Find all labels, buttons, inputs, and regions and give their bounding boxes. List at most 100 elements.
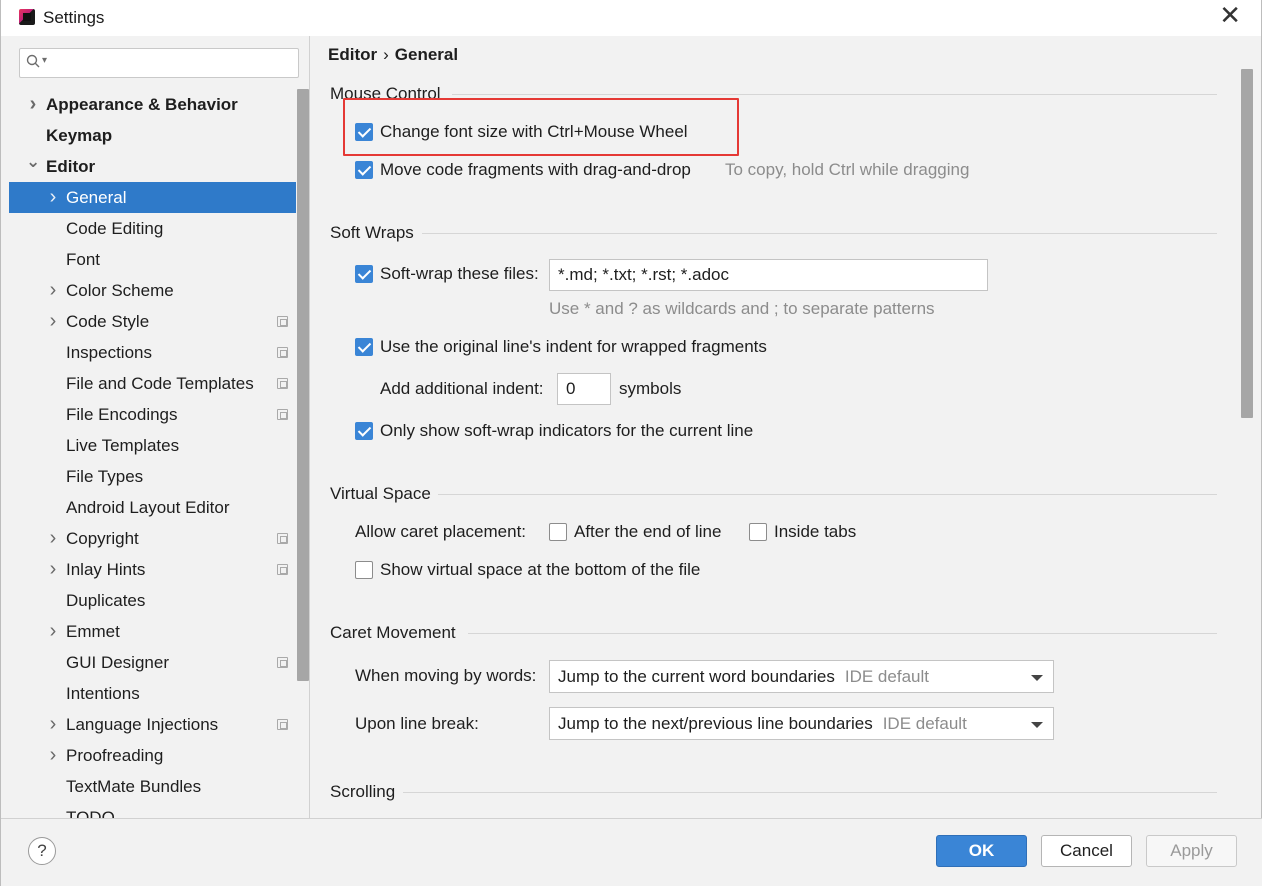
indicators-current-line-checkbox[interactable] bbox=[355, 422, 373, 440]
sidebar-item-textmate-bundles[interactable]: TextMate Bundles bbox=[9, 771, 296, 802]
original-indent-label[interactable]: Use the original line's indent for wrapp… bbox=[380, 337, 767, 357]
sidebar-item-label: TODO bbox=[66, 808, 115, 818]
content-scrollbar-thumb[interactable] bbox=[1241, 69, 1253, 418]
line-break-dropdown[interactable]: Jump to the next/previous line boundarie… bbox=[549, 707, 1054, 740]
sidebar-item-duplicates[interactable]: Duplicates bbox=[9, 585, 296, 616]
soft-wrap-files-checkbox[interactable] bbox=[355, 265, 373, 283]
project-scope-icon bbox=[277, 533, 288, 544]
sidebar-item-android-layout-editor[interactable]: Android Layout Editor bbox=[9, 492, 296, 523]
sidebar-item-code-style[interactable]: › Code Style bbox=[9, 306, 296, 337]
help-button[interactable]: ? bbox=[28, 837, 56, 865]
chevron-right-icon[interactable]: › bbox=[46, 709, 60, 740]
project-scope-icon bbox=[277, 657, 288, 668]
soft-wrap-files-hint: Use * and ? as wildcards and ; to separa… bbox=[549, 299, 935, 318]
chevron-down-icon bbox=[1031, 675, 1043, 681]
sidebar-item-editor[interactable]: ⌄ Editor bbox=[9, 151, 296, 182]
settings-content: Editor › General Mouse Control Change font… bbox=[310, 36, 1255, 818]
sidebar-item-label: Inlay Hints bbox=[66, 560, 146, 579]
after-end-of-line-checkbox[interactable] bbox=[549, 523, 567, 541]
chevron-right-icon[interactable]: › bbox=[46, 523, 60, 554]
original-indent-checkbox[interactable] bbox=[355, 338, 373, 356]
sidebar-item-label: File Types bbox=[66, 467, 144, 486]
indicators-current-line-label[interactable]: Only show soft-wrap indicators for the c… bbox=[380, 421, 753, 441]
by-words-dropdown[interactable]: Jump to the current word boundaries IDE d… bbox=[549, 660, 1054, 693]
sidebar-item-file-and-code-templates[interactable]: File and Code Templates bbox=[9, 368, 296, 399]
chevron-right-icon[interactable]: › bbox=[46, 740, 60, 771]
section-mouse-control: Mouse Control bbox=[330, 84, 441, 103]
chevron-right-icon[interactable]: › bbox=[46, 275, 60, 306]
ok-button[interactable]: OK bbox=[936, 835, 1027, 867]
cancel-button[interactable]: Cancel bbox=[1041, 835, 1132, 867]
after-end-of-line-label[interactable]: After the end of line bbox=[574, 522, 721, 542]
inside-tabs-label[interactable]: Inside tabs bbox=[774, 522, 856, 542]
additional-indent-label: Add additional indent: bbox=[380, 379, 544, 398]
sidebar-item-intentions[interactable]: Intentions bbox=[9, 678, 296, 709]
chevron-right-icon[interactable]: › bbox=[46, 616, 60, 647]
sidebar-item-color-scheme[interactable]: › Color Scheme bbox=[9, 275, 296, 306]
apply-button[interactable]: Apply bbox=[1146, 835, 1237, 867]
sidebar-item-file-encodings[interactable]: File Encodings bbox=[9, 399, 296, 430]
sidebar-item-general[interactable]: › General bbox=[9, 182, 296, 213]
additional-indent-unit: symbols bbox=[619, 379, 682, 398]
project-scope-icon bbox=[277, 347, 288, 358]
line-break-value: Jump to the next/previous line boundarie… bbox=[558, 714, 873, 733]
chevron-right-icon[interactable]: › bbox=[26, 89, 40, 120]
project-scope-icon bbox=[277, 409, 288, 420]
drag-drop-label[interactable]: Move code fragments with drag-and-drop bbox=[380, 160, 691, 180]
search-input[interactable]: ▾ bbox=[19, 48, 299, 78]
sidebar-item-label: Emmet bbox=[66, 622, 120, 641]
sidebar-item-keymap[interactable]: Keymap bbox=[9, 120, 296, 151]
sidebar-item-emmet[interactable]: › Emmet bbox=[9, 616, 296, 647]
sidebar-item-code-editing[interactable]: Code Editing bbox=[9, 213, 296, 244]
sidebar-item-label: Intentions bbox=[66, 684, 140, 703]
close-icon[interactable]: ✕ bbox=[1219, 2, 1241, 30]
section-scrolling: Scrolling bbox=[330, 782, 396, 801]
search-icon bbox=[26, 54, 40, 68]
sidebar-item-label: Inspections bbox=[66, 343, 152, 362]
sidebar-item-font[interactable]: Font bbox=[9, 244, 296, 275]
sidebar-scrollbar-thumb[interactable] bbox=[297, 89, 309, 681]
by-words-value: Jump to the current word boundaries bbox=[558, 667, 835, 686]
virtual-space-bottom-label[interactable]: Show virtual space at the bottom of the … bbox=[380, 560, 700, 580]
additional-indent-input[interactable]: 0 bbox=[557, 373, 611, 405]
drag-drop-checkbox[interactable] bbox=[355, 161, 373, 179]
project-scope-icon bbox=[277, 316, 288, 327]
chevron-right-icon[interactable]: › bbox=[46, 182, 60, 213]
soft-wrap-files-input[interactable]: *.md; *.txt; *.rst; *.adoc bbox=[549, 259, 988, 291]
sidebar-item-copyright[interactable]: › Copyright bbox=[9, 523, 296, 554]
sidebar-item-label: TextMate Bundles bbox=[66, 777, 202, 796]
sidebar-item-todo[interactable]: TODO bbox=[9, 802, 296, 818]
chevron-right-icon[interactable]: › bbox=[46, 306, 60, 337]
soft-wrap-files-label[interactable]: Soft-wrap these files: bbox=[380, 264, 539, 284]
section-virtual-space: Virtual Space bbox=[330, 484, 431, 503]
by-words-note: IDE default bbox=[844, 667, 929, 686]
sidebar-item-language-injections[interactable]: › Language Injections bbox=[9, 709, 296, 740]
font-size-wheel-label[interactable]: Change font size with Ctrl+Mouse Wheel bbox=[380, 122, 688, 142]
sidebar-scrollbar[interactable] bbox=[297, 89, 309, 818]
line-break-label: Upon line break: bbox=[355, 714, 479, 733]
sidebar-item-inspections[interactable]: Inspections bbox=[9, 337, 296, 368]
inside-tabs-checkbox[interactable] bbox=[749, 523, 767, 541]
virtual-space-bottom-checkbox[interactable] bbox=[355, 561, 373, 579]
section-divider bbox=[468, 633, 1217, 634]
settings-dialog: Settings ✕ ▾ › Appearance & Behavior Keyma… bbox=[0, 0, 1262, 886]
sidebar-item-proofreading[interactable]: › Proofreading bbox=[9, 740, 296, 771]
sidebar-item-label: Copyright bbox=[66, 529, 139, 548]
sidebar-item-file-types[interactable]: File Types bbox=[9, 461, 296, 492]
drag-drop-hint: To copy, hold Ctrl while dragging bbox=[725, 160, 970, 179]
breadcrumb-current: General bbox=[394, 45, 459, 64]
chevron-down-icon[interactable]: ⌄ bbox=[26, 146, 40, 177]
sidebar-item-label: Keymap bbox=[46, 126, 113, 145]
sidebar-item-label: Live Templates bbox=[66, 436, 180, 455]
sidebar-item-gui-designer[interactable]: GUI Designer bbox=[9, 647, 296, 678]
sidebar-item-live-templates[interactable]: Live Templates bbox=[9, 430, 296, 461]
sidebar-item-label: File and Code Templates bbox=[66, 374, 254, 393]
search-dropdown-icon[interactable]: ▾ bbox=[42, 55, 47, 66]
chevron-right-icon[interactable]: › bbox=[46, 554, 60, 585]
sidebar-item-label: Language Injections bbox=[66, 715, 219, 734]
section-soft-wraps: Soft Wraps bbox=[330, 223, 414, 242]
sidebar-item-appearance-behavior[interactable]: › Appearance & Behavior bbox=[9, 89, 296, 120]
sidebar-item-inlay-hints[interactable]: › Inlay Hints bbox=[9, 554, 296, 585]
font-size-wheel-checkbox[interactable] bbox=[355, 123, 373, 141]
sidebar-item-label: File Encodings bbox=[66, 405, 178, 424]
